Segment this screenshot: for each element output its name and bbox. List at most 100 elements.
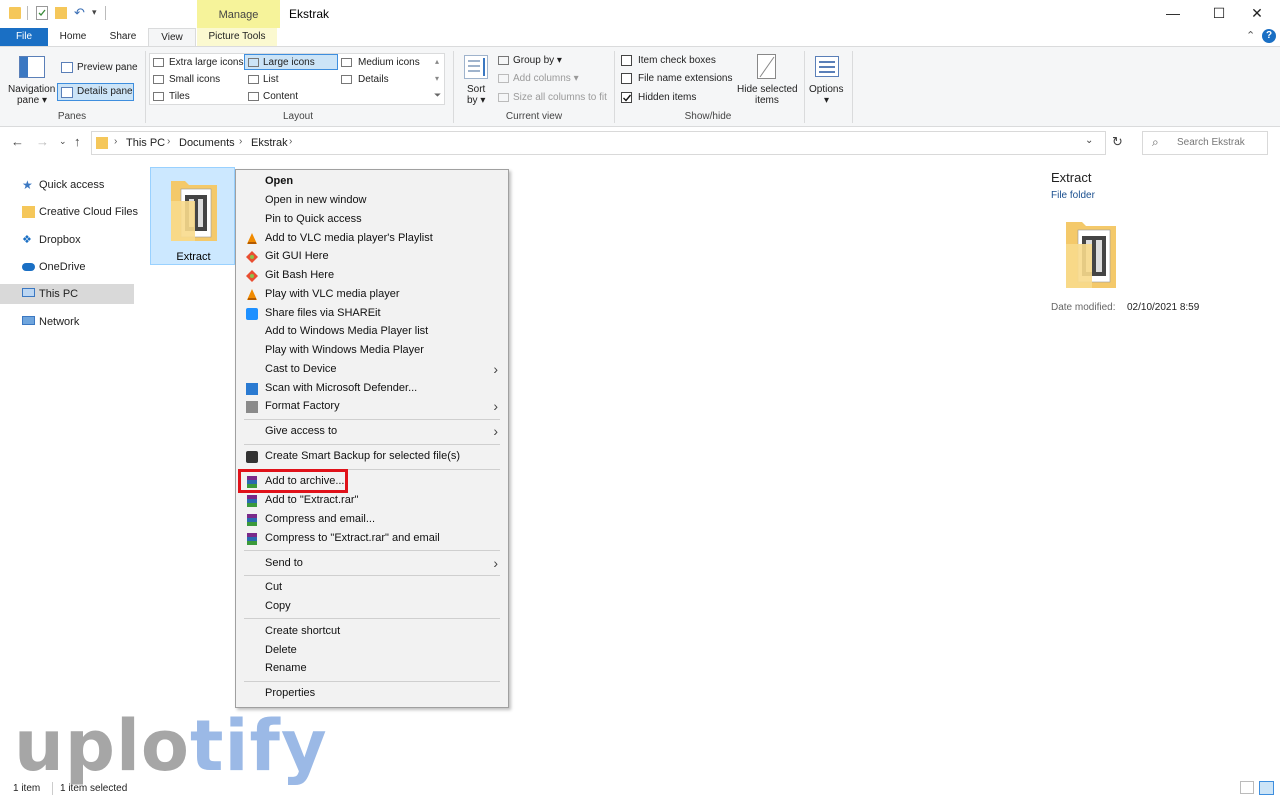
menu-item-add-to-extract-rar[interactable]: Add to "Extract.rar" [236, 492, 508, 510]
window-title: Ekstrak [289, 7, 330, 21]
menu-item-give-access[interactable]: Give access to › [236, 423, 508, 441]
menu-item-cut[interactable]: Cut [236, 579, 508, 597]
options-button[interactable]: Options [809, 84, 843, 95]
content-option[interactable]: Content [263, 91, 298, 102]
properties-icon[interactable] [36, 6, 48, 20]
refresh-icon[interactable]: ↻ [1112, 134, 1123, 150]
preview-pane-button[interactable]: Preview pane [77, 62, 138, 73]
menu-item-compress-to-rar-email[interactable]: Compress to "Extract.rar" and email [236, 530, 508, 548]
menu-item-cast-to-device[interactable]: Cast to Device › [236, 361, 508, 379]
small-icons-option[interactable]: Small icons [169, 74, 220, 85]
tab-share[interactable]: Share [100, 28, 146, 47]
menu-item-delete[interactable]: Delete [236, 642, 508, 660]
tiles-option[interactable]: Tiles [169, 91, 190, 102]
size-all-columns-button[interactable]: Size all columns to fit [513, 92, 607, 103]
menu-item-vlc-playlist[interactable]: Add to VLC media player's Playlist [236, 230, 508, 248]
gallery-scroll-down-icon[interactable]: ▾ [435, 74, 439, 83]
medium-icons-icon [341, 58, 352, 67]
navigation-pane-icon[interactable] [19, 56, 45, 78]
git-icon [246, 251, 258, 263]
file-item-extract[interactable]: Extract [150, 167, 235, 265]
new-folder-icon[interactable] [55, 7, 67, 19]
search-box[interactable]: ⌕ Search Ekstrak [1142, 131, 1268, 155]
group-by-button[interactable]: Group by ▾ [513, 55, 562, 66]
folder-icon [9, 7, 21, 19]
nav-item-dropbox[interactable]: ❖ Dropbox [0, 230, 134, 250]
details-pane-button[interactable]: Details pane [77, 86, 133, 97]
nav-item-creative-cloud[interactable]: Creative Cloud Files [0, 202, 138, 222]
menu-item-smart-backup[interactable]: Create Smart Backup for selected file(s) [236, 448, 508, 466]
menu-item-create-shortcut[interactable]: Create shortcut [236, 623, 508, 641]
close-button[interactable]: ✕ [1234, 0, 1280, 28]
vlc-icon [246, 233, 258, 245]
manage-context-tab[interactable]: Manage [197, 0, 280, 28]
menu-item-wmp-list[interactable]: Add to Windows Media Player list [236, 323, 508, 341]
menu-item-git-bash[interactable]: Git Bash Here [236, 267, 508, 285]
hide-selected-items-button-2[interactable]: items [755, 95, 779, 106]
undo-icon[interactable]: ↶ [74, 5, 85, 21]
menu-item-open[interactable]: Open [236, 173, 508, 191]
up-arrow-icon[interactable]: ↑ [74, 134, 81, 149]
minimize-button[interactable]: — [1150, 0, 1196, 28]
large-icons-view-icon[interactable] [1259, 781, 1274, 795]
nav-item-quick-access[interactable]: ★ Quick access [0, 175, 134, 195]
forward-arrow-icon[interactable]: → [36, 134, 49, 149]
navigation-pane-button-caret[interactable]: pane ▾ [17, 95, 47, 106]
sort-by-button[interactable]: Sort [467, 84, 485, 95]
details-view-icon[interactable] [1240, 781, 1254, 794]
menu-item-format-factory[interactable]: Format Factory › [236, 398, 508, 416]
menu-item-play-wmp[interactable]: Play with Windows Media Player [236, 342, 508, 360]
details-option[interactable]: Details [358, 74, 389, 85]
recent-locations-icon[interactable]: ⌄ [59, 136, 67, 147]
tab-home[interactable]: Home [50, 28, 96, 47]
nav-item-onedrive[interactable]: OneDrive [0, 257, 134, 277]
menu-item-open-new-window[interactable]: Open in new window [236, 192, 508, 210]
options-dropdown-icon[interactable]: ▾ [824, 95, 829, 106]
content-icon [248, 92, 259, 101]
breadcrumb-this-pc[interactable]: This PC [126, 137, 165, 149]
add-columns-button[interactable]: Add columns ▾ [513, 73, 579, 84]
menu-item-play-vlc[interactable]: Play with VLC media player [236, 286, 508, 304]
nav-item-this-pc[interactable]: This PC [0, 284, 134, 304]
search-input[interactable]: Search Ekstrak [1177, 137, 1245, 148]
medium-icons-option[interactable]: Medium icons [358, 57, 420, 68]
address-bar[interactable]: › This PC › Documents › Ekstrak › ⌄ [91, 131, 1106, 155]
chevron-right-icon[interactable]: › [239, 136, 242, 147]
menu-item-git-gui[interactable]: Git GUI Here [236, 248, 508, 266]
breadcrumb-documents[interactable]: Documents [179, 137, 235, 149]
menu-item-compress-email[interactable]: Compress and email... [236, 511, 508, 529]
menu-item-shareit[interactable]: Share files via SHAREit [236, 305, 508, 323]
nav-item-network[interactable]: Network [0, 312, 134, 332]
menu-item-label: Copy [265, 600, 291, 612]
back-arrow-icon[interactable]: ← [11, 134, 24, 149]
tab-file[interactable]: File [0, 28, 48, 47]
collapse-ribbon-icon[interactable]: ⌃ [1246, 29, 1255, 42]
tab-picture-tools[interactable]: Picture Tools [197, 28, 277, 47]
chevron-right-icon[interactable]: › [289, 136, 292, 147]
address-dropdown-icon[interactable]: ⌄ [1085, 135, 1093, 146]
menu-item-rename[interactable]: Rename [236, 660, 508, 678]
gallery-scroll-up-icon[interactable]: ▴ [435, 57, 439, 66]
menu-item-copy[interactable]: Copy [236, 598, 508, 616]
hidden-items-checkbox[interactable] [621, 92, 632, 103]
breadcrumb-ekstrak[interactable]: Ekstrak [251, 137, 288, 149]
tab-view[interactable]: View [148, 28, 196, 47]
navigation-pane-button[interactable]: Navigation [8, 84, 55, 95]
extra-large-icons-option[interactable]: Extra large icons [169, 57, 243, 68]
menu-item-pin-quick-access[interactable]: Pin to Quick access [236, 211, 508, 229]
sort-by-button-caret[interactable]: by ▾ [467, 95, 485, 106]
hide-selected-items-button[interactable]: Hide selected [737, 84, 798, 95]
menu-item-send-to[interactable]: Send to › [236, 555, 508, 573]
gallery-expand-icon[interactable]: ⏷ [434, 90, 441, 101]
large-icons-option[interactable]: Large icons [263, 57, 315, 68]
chevron-right-icon[interactable]: › [167, 136, 170, 147]
menu-item-properties[interactable]: Properties [236, 685, 508, 703]
chevron-right-icon: › [493, 398, 498, 414]
help-icon[interactable]: ? [1262, 29, 1276, 43]
menu-item-defender[interactable]: Scan with Microsoft Defender... [236, 380, 508, 398]
file-name-extensions-checkbox[interactable] [621, 73, 632, 84]
item-check-boxes-checkbox[interactable] [621, 55, 632, 66]
list-option[interactable]: List [263, 74, 279, 85]
chevron-right-icon[interactable]: › [114, 136, 117, 147]
qat-dropdown-icon[interactable]: ▾ [92, 7, 97, 18]
